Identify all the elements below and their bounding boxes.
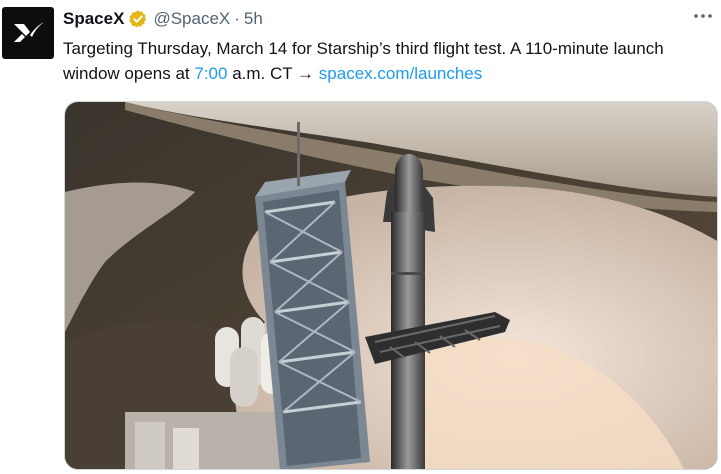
time-link[interactable]: 7:00: [194, 64, 227, 83]
author-handle[interactable]: @SpaceX: [153, 9, 230, 29]
author-name[interactable]: SpaceX: [63, 9, 124, 29]
tweet-text: Targeting Thursday, March 14 for Starshi…: [63, 36, 713, 86]
launches-link[interactable]: spacex.com/launches: [319, 64, 482, 83]
verified-badge-icon[interactable]: [128, 9, 148, 29]
tweet-timestamp[interactable]: 5h: [244, 9, 263, 29]
tweet-header: SpaceX @SpaceX · 5h: [63, 8, 263, 30]
avatar[interactable]: [2, 7, 54, 59]
more-options-icon[interactable]: [691, 6, 715, 26]
separator-dot: ·: [234, 9, 240, 28]
tweet-text-part2: a.m. CT →: [227, 64, 319, 83]
spacex-x-logo-icon: [14, 22, 44, 42]
tweet-image[interactable]: [64, 101, 718, 470]
